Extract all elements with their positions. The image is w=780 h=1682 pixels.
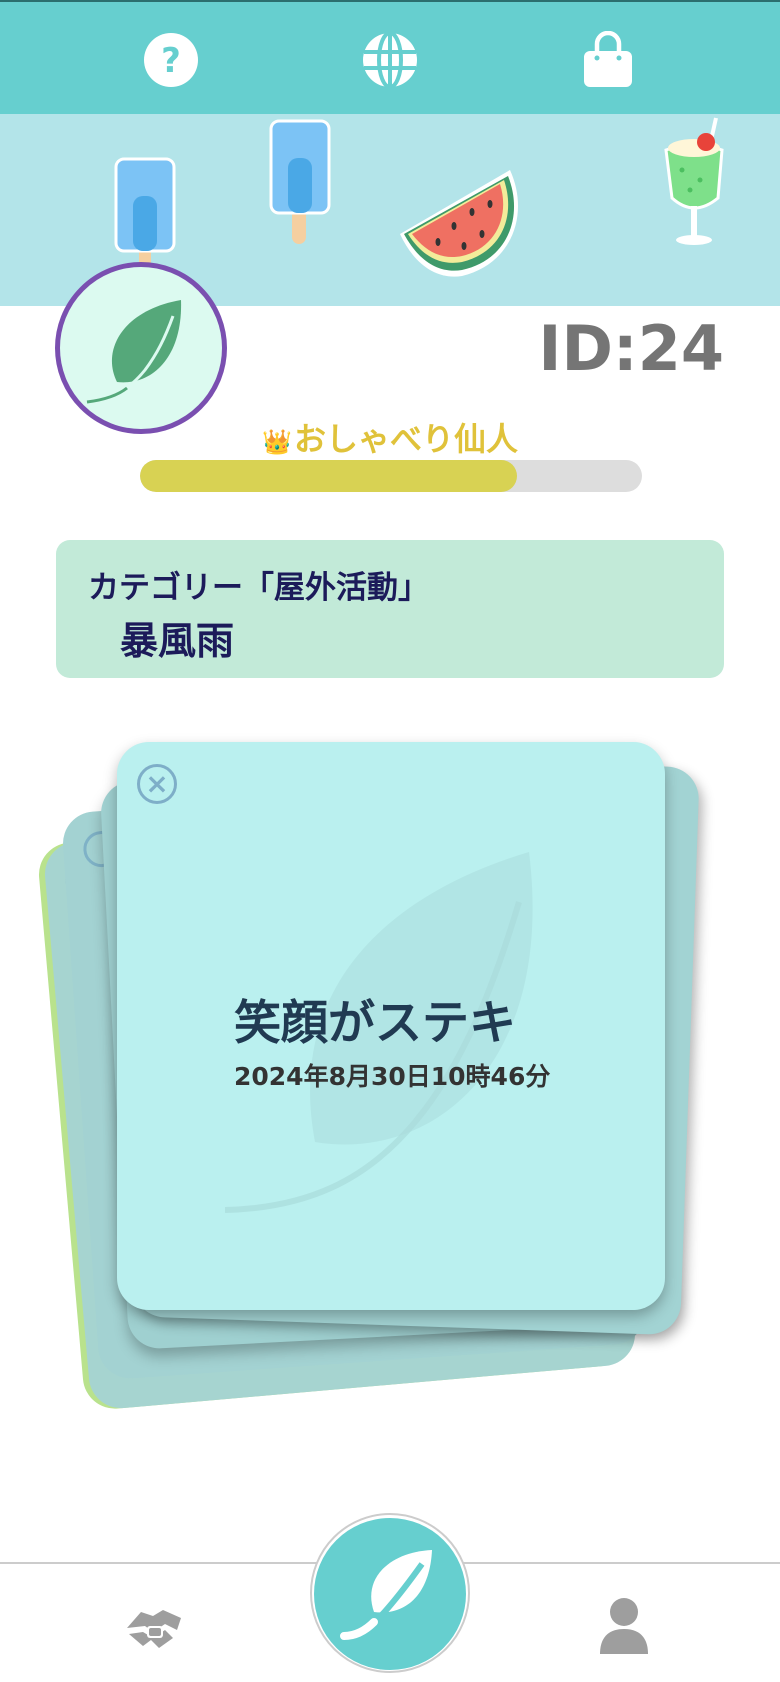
leaf-icon <box>86 300 182 404</box>
close-icon: × <box>145 767 169 800</box>
language-button[interactable] <box>360 30 420 90</box>
user-id: ID:24 <box>538 312 724 385</box>
top-bar: ? <box>0 0 780 114</box>
rank-title: おしゃべり仙人 <box>293 420 518 458</box>
crown-icon: 👑 <box>262 428 292 456</box>
handshake-icon <box>127 1610 181 1648</box>
card-stack: × 笑顔がステキ 2024年8月30日10時46分 <box>0 730 780 1411</box>
nav-exchange-button[interactable] <box>122 1600 186 1656</box>
popsicle-icon <box>114 157 176 272</box>
rank-progress-fill <box>140 460 517 492</box>
nav-profile-button[interactable] <box>594 1594 654 1656</box>
message-card[interactable]: × 笑顔がステキ 2024年8月30日10時46分 <box>117 742 665 1310</box>
close-card-button[interactable]: × <box>137 764 177 804</box>
shop-button[interactable] <box>578 30 638 90</box>
help-icon: ? <box>144 33 198 87</box>
rank-progress-bar <box>140 460 642 492</box>
avatar[interactable] <box>55 262 227 434</box>
watermelon-icon <box>400 170 519 277</box>
rank-title-row: 👑おしゃべり仙人 <box>0 414 780 460</box>
category-label: カテゴリー「屋外活動」 <box>88 570 429 606</box>
melon-soda-icon <box>664 117 724 245</box>
help-button[interactable]: ? <box>141 30 201 90</box>
app-screen: ? ID:24 👑おしゃべり仙人 カテゴリー「屋外活動」 暴風雨 × 笑顔がステ… <box>0 0 780 1682</box>
leaf-fab-icon <box>340 1550 432 1640</box>
card-title: 笑顔がステキ <box>234 996 516 1051</box>
category-box: カテゴリー「屋外活動」 暴風雨 <box>56 540 724 678</box>
user-icon <box>600 1598 648 1654</box>
popsicle-icon <box>269 119 331 244</box>
main-action-button[interactable] <box>314 1518 466 1670</box>
card-date: 2024年8月30日10時46分 <box>234 1062 551 1091</box>
category-value: 暴風雨 <box>120 619 235 663</box>
svg-text:?: ? <box>161 41 181 81</box>
shopping-bag-icon <box>584 31 632 87</box>
globe-icon <box>363 31 417 89</box>
